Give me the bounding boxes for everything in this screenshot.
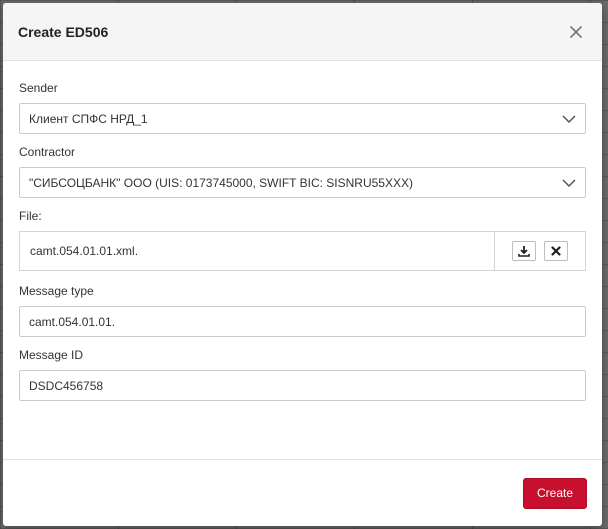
file-attachment: camt.054.01.01.xml.: [19, 231, 586, 271]
file-name: camt.054.01.01.xml.: [30, 244, 139, 258]
message-id-group: Message ID DSDC456758: [19, 348, 587, 401]
sender-select[interactable]: Клиент СПФС НРД_1: [19, 103, 586, 134]
create-button[interactable]: Create: [523, 477, 587, 509]
remove-icon: [551, 246, 561, 256]
message-id-label: Message ID: [19, 348, 84, 362]
dialog-title: Create ED506: [18, 23, 109, 40]
contractor-value: "СИБСОЦБАНК" ООО (UIS: 0173745000, SWIFT…: [29, 175, 413, 190]
download-icon: [518, 246, 530, 257]
message-type-input[interactable]: camt.054.01.01.: [19, 306, 586, 337]
message-type-label: Message type: [19, 284, 94, 298]
create-ed506-dialog: Create ED506 Sender Клиент СПФС НРД_1 Co…: [3, 3, 602, 526]
sender-label: Sender: [19, 81, 58, 95]
dialog-header: Create ED506: [3, 3, 602, 61]
file-actions: [494, 232, 585, 270]
message-id-input[interactable]: DSDC456758: [19, 370, 586, 401]
contractor-label: Contractor: [19, 145, 76, 159]
close-button[interactable]: [566, 22, 586, 42]
chevron-down-icon: [562, 112, 576, 126]
close-icon: [570, 25, 582, 38]
download-button[interactable]: [512, 241, 536, 261]
sender-group: Sender Клиент СПФС НРД_1: [19, 81, 587, 134]
file-label: File:: [19, 209, 42, 223]
message-id-value: DSDC456758: [29, 378, 104, 393]
contractor-group: Contractor "СИБСОЦБАНК" ООО (UIS: 017374…: [19, 145, 587, 198]
sender-value: Клиент СПФС НРД_1: [29, 111, 148, 126]
chevron-down-icon: [562, 176, 576, 190]
contractor-select[interactable]: "СИБСОЦБАНК" ООО (UIS: 0173745000, SWIFT…: [19, 167, 586, 198]
dialog-footer: Create: [3, 459, 602, 526]
file-group: File: camt.054.01.01.xml.: [19, 209, 587, 271]
dialog-body: Sender Клиент СПФС НРД_1 Contractor "СИБ…: [3, 61, 602, 401]
message-type-value: camt.054.01.01.: [29, 314, 116, 329]
remove-file-button[interactable]: [544, 241, 568, 261]
message-type-group: Message type camt.054.01.01.: [19, 284, 587, 337]
